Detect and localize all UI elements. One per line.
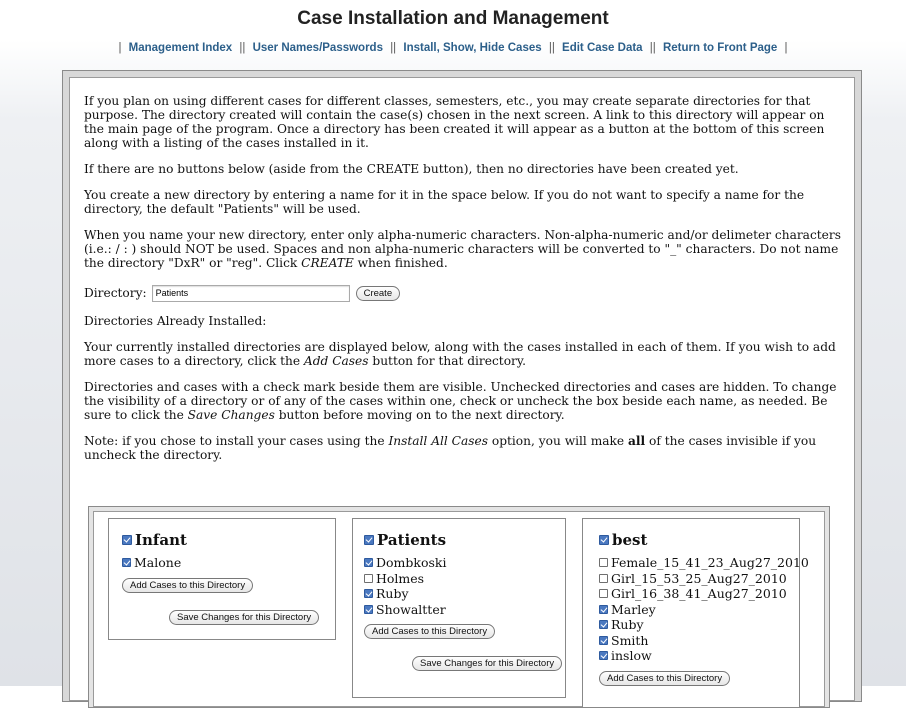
nav-bar: | Management Index || User Names/Passwor… xyxy=(118,42,788,54)
nav-install-show-hide-cases[interactable]: Install, Show, Hide Cases xyxy=(403,42,541,54)
case-row: Dombkoski xyxy=(364,555,565,571)
case-row: Malone xyxy=(122,555,335,571)
case-row: inslow xyxy=(599,648,799,664)
directory-panel-infant: Infant Malone Add Cases to this Director… xyxy=(108,518,336,640)
add-cases-button-infant[interactable]: Add Cases to this Directory xyxy=(122,577,254,593)
case-row: Ruby xyxy=(599,617,799,633)
case-row: Smith xyxy=(599,633,799,649)
case-row: Girl_16_38_41_Aug27_2010 xyxy=(599,586,799,602)
intro-paragraph-4: When you name your new directory, enter … xyxy=(84,228,841,270)
nav-return-front-page[interactable]: Return to Front Page xyxy=(663,42,777,54)
intro-paragraph-3: You create a new directory by entering a… xyxy=(84,188,805,216)
directories-container: Infant Malone Add Cases to this Director… xyxy=(93,511,825,708)
main-content-box: If you plan on using different cases for… xyxy=(69,77,855,708)
case-checkbox-inslow[interactable] xyxy=(599,651,608,661)
case-checkbox-ruby-best[interactable] xyxy=(599,620,608,630)
create-button[interactable]: Create xyxy=(355,285,401,301)
page-title: Case Installation and Management xyxy=(297,8,609,29)
case-row: Showaltter xyxy=(364,602,565,618)
directory-panel-patients: Patients Dombkoski Holmes Ruby Showaltte… xyxy=(352,518,566,698)
case-checkbox-girl-15-53-25[interactable] xyxy=(599,573,608,583)
case-checkbox-female-15-41-23[interactable] xyxy=(599,558,608,568)
directories-frame: Infant Malone Add Cases to this Director… xyxy=(88,506,830,708)
directory-title-best: best xyxy=(599,531,799,549)
add-cases-button-patients[interactable]: Add Cases to this Directory xyxy=(364,624,496,639)
case-checkbox-malone[interactable] xyxy=(122,558,131,568)
case-checkbox-holmes[interactable] xyxy=(364,573,373,583)
directory-form: Directory: Create xyxy=(84,282,846,304)
directory-label: Directory: xyxy=(84,286,147,300)
directory-title-infant: Infant xyxy=(122,531,335,549)
case-row: Female_15_41_23_Aug27_2010 xyxy=(599,555,809,571)
installed-paragraph-3: Note: if you chose to install your cases… xyxy=(84,434,817,462)
instructions: If you plan on using different cases for… xyxy=(84,94,846,474)
directory-checkbox-infant[interactable] xyxy=(122,535,132,545)
directory-name-input[interactable] xyxy=(151,284,350,302)
add-cases-button-best[interactable]: Add Cases to this Directory xyxy=(599,670,731,686)
case-row: Holmes xyxy=(364,571,565,587)
case-checkbox-dombkoski[interactable] xyxy=(364,558,373,568)
intro-paragraph-2: If there are no buttons below (aside fro… xyxy=(84,162,739,176)
case-row: Ruby xyxy=(364,586,565,602)
case-checkbox-showaltter[interactable] xyxy=(364,604,373,614)
case-checkbox-smith[interactable] xyxy=(599,635,608,645)
directory-panel-best: best Female_15_41_23_Aug27_2010 Girl_15_… xyxy=(582,518,809,708)
directory-checkbox-patients[interactable] xyxy=(364,535,374,545)
nav-edit-case-data[interactable]: Edit Case Data xyxy=(562,42,643,54)
intro-paragraph-1: If you plan on using different cases for… xyxy=(84,94,825,150)
nav-management-index[interactable]: Management Index xyxy=(129,42,233,54)
directory-checkbox-best[interactable] xyxy=(599,535,609,545)
directory-title-patients: Patients xyxy=(364,531,565,549)
installed-heading: Directories Already Installed: xyxy=(84,314,267,328)
case-checkbox-ruby[interactable] xyxy=(364,589,373,599)
case-row: Marley xyxy=(599,602,799,618)
save-changes-button-infant[interactable]: Save Changes for this Directory xyxy=(169,609,320,625)
main-frame: If you plan on using different cases for… xyxy=(62,70,862,708)
installed-paragraph-1: Your currently installed directories are… xyxy=(84,340,836,368)
nav-user-names-passwords[interactable]: User Names/Passwords xyxy=(253,42,383,54)
save-changes-button-patients[interactable]: Save Changes for this Directory xyxy=(412,656,563,671)
installed-paragraph-2: Directories and cases with a check mark … xyxy=(84,380,837,422)
case-checkbox-girl-16-38-41[interactable] xyxy=(599,589,608,599)
case-row: Girl_15_53_25_Aug27_2010 xyxy=(599,571,799,587)
case-checkbox-marley[interactable] xyxy=(599,604,608,614)
